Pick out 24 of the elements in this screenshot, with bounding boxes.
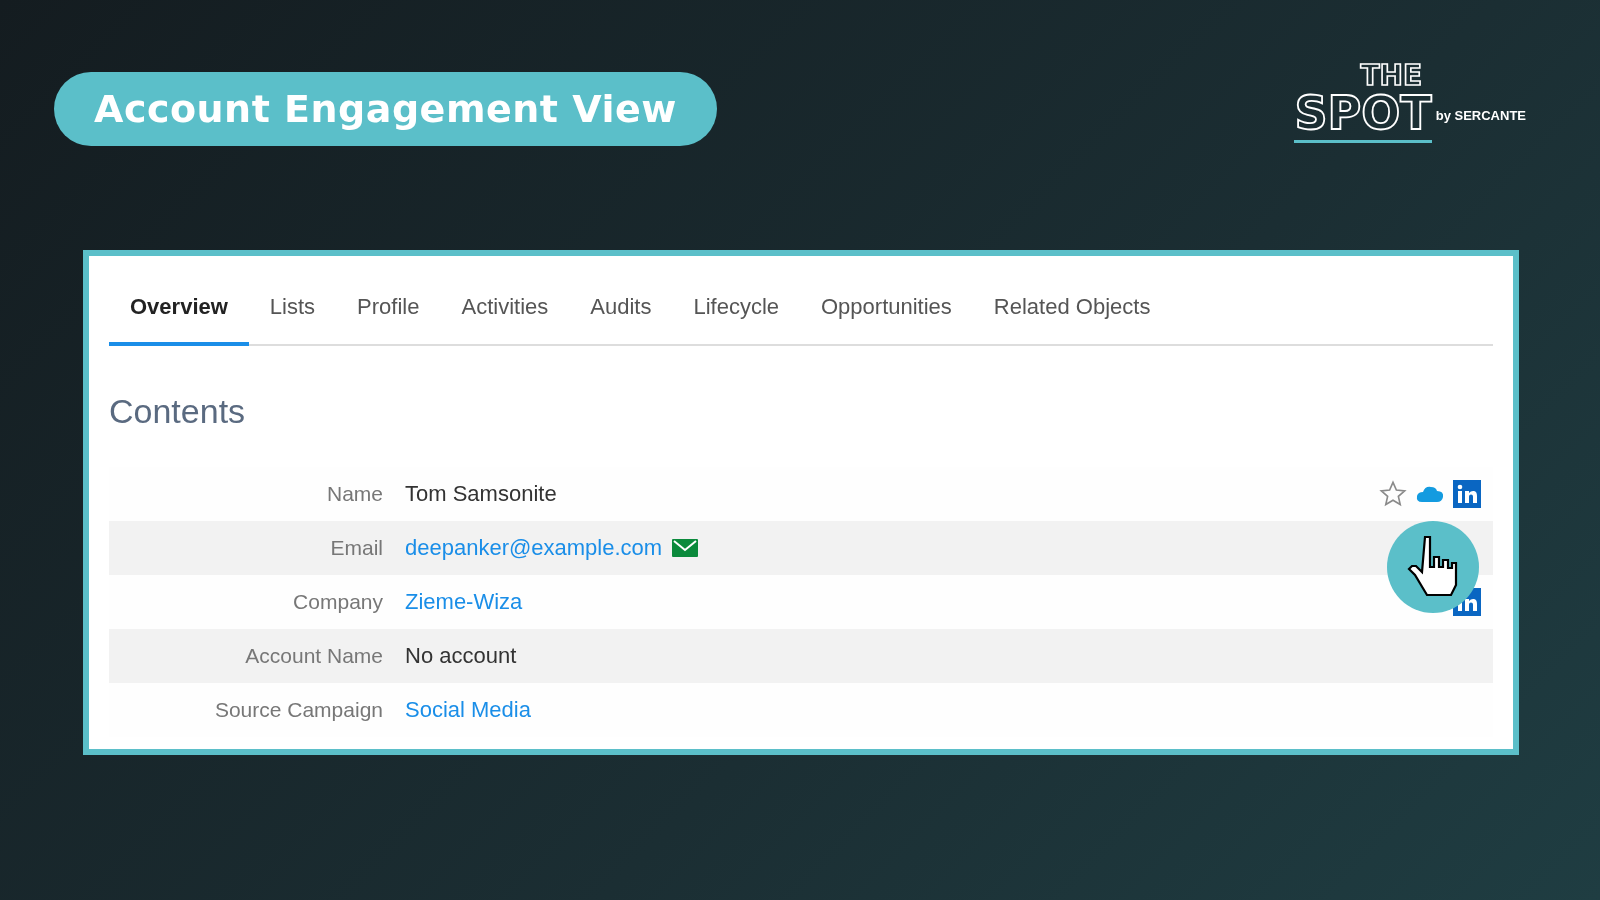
tab[interactable]: Activities	[440, 280, 570, 346]
field-value: No account	[405, 643, 517, 669]
tab[interactable]: Lifecycle	[672, 280, 800, 346]
section-title: Contents	[109, 392, 247, 431]
cloud-icon[interactable]	[1415, 484, 1445, 504]
tab[interactable]: Lists	[248, 280, 337, 346]
linkedin-icon[interactable]	[1453, 480, 1481, 508]
slide-title: Account Engagement View	[54, 72, 717, 146]
tab[interactable]: Related Objects	[972, 280, 1172, 346]
field-label: Email	[329, 536, 384, 560]
star-icon[interactable]	[1379, 480, 1407, 508]
envelope-icon[interactable]	[672, 539, 699, 557]
tab[interactable]: Profile	[336, 280, 441, 346]
field-value: Tom Samsonite	[405, 481, 557, 507]
logo-text: SPOT	[1294, 90, 1432, 143]
field-label: Name	[325, 482, 384, 506]
logo-byline: by SERCANTE	[1435, 108, 1526, 123]
tab[interactable]: Opportunities	[800, 280, 973, 346]
field-label: Company	[292, 590, 384, 614]
tab[interactable]: Overview	[109, 280, 249, 346]
logo-text: THE	[1360, 62, 1423, 90]
field-label: Account Name	[244, 644, 384, 668]
tab[interactable]: Audits	[569, 280, 673, 346]
field-label: Source Campaign	[213, 698, 384, 722]
